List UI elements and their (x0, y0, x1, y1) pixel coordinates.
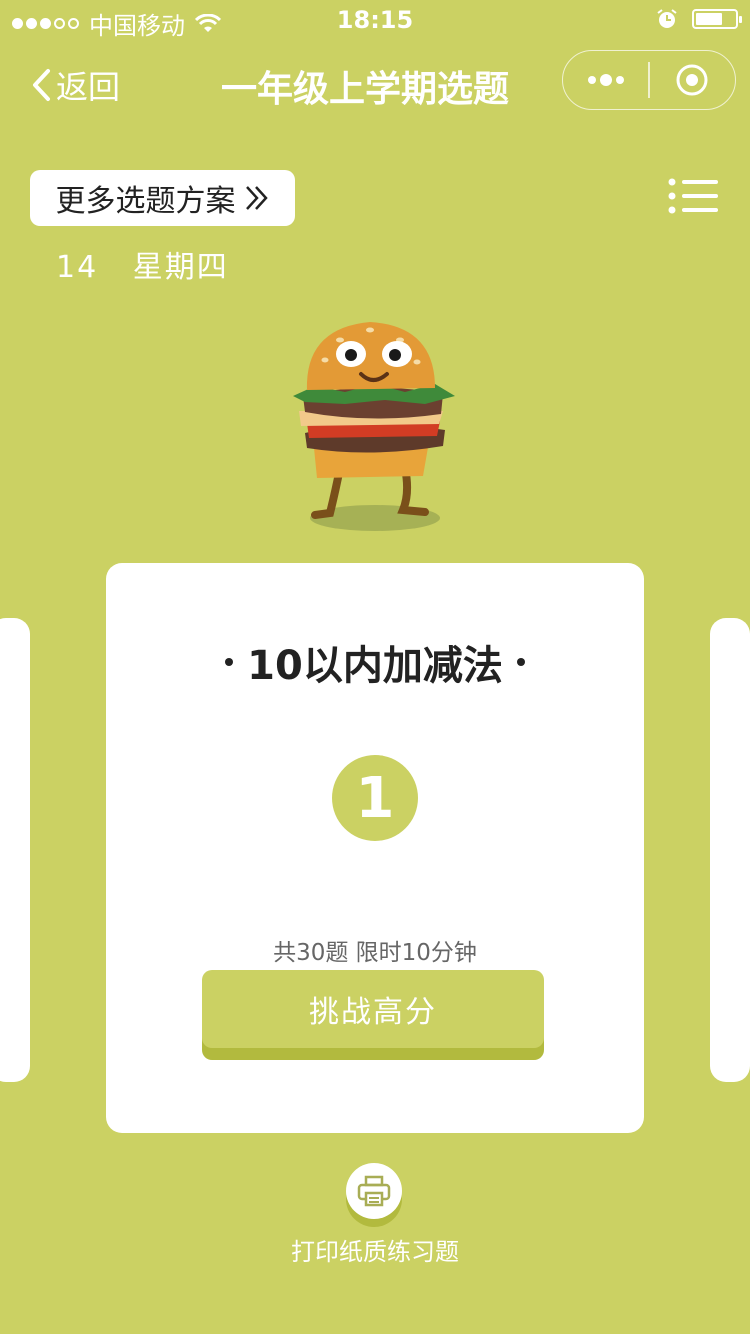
date-day: 14 (56, 250, 99, 285)
printer-icon (357, 1175, 391, 1207)
next-card[interactable] (710, 618, 750, 1082)
more-plans-label: 更多选题方案 (55, 184, 236, 219)
card-title: 10以内加减法 (106, 633, 644, 691)
print-button-face (346, 1163, 402, 1219)
quiz-card: 10以内加减法 1 共30题 限时10分钟 挑战高分 (106, 563, 644, 1133)
print-button[interactable] (346, 1163, 402, 1227)
quiz-number-badge: 1 (332, 755, 418, 841)
bullet-dot (225, 658, 234, 666)
miniprogram-capsule (562, 50, 736, 110)
bullet-dot (516, 658, 525, 666)
alarm-icon (657, 9, 677, 28)
status-time: 18:15 (336, 6, 414, 34)
list-icon[interactable] (668, 178, 718, 214)
battery-icon (692, 9, 742, 29)
close-button[interactable] (650, 51, 735, 109)
previous-card[interactable] (0, 618, 30, 1082)
burger-mascot (293, 322, 455, 531)
challenge-button[interactable]: 挑战高分 (202, 970, 544, 1060)
quiz-info: 共30题 限时10分钟 (273, 940, 477, 966)
target-icon (676, 64, 708, 96)
challenge-button-label: 挑战高分 (202, 970, 544, 1048)
date-line: 14 星期四 (56, 242, 229, 286)
date-weekday: 星期四 (132, 250, 229, 285)
more-plans-button[interactable]: 更多选题方案 (30, 170, 295, 226)
double-chevron-right-icon (245, 186, 268, 210)
menu-button[interactable] (563, 51, 648, 109)
print-label[interactable]: 打印纸质练习题 (0, 1232, 750, 1267)
card-title-text: 10以内加减法 (247, 643, 503, 689)
status-right (656, 8, 742, 30)
more-dots-icon (587, 74, 624, 86)
status-bar: 中国移动 18:15 (0, 0, 750, 40)
